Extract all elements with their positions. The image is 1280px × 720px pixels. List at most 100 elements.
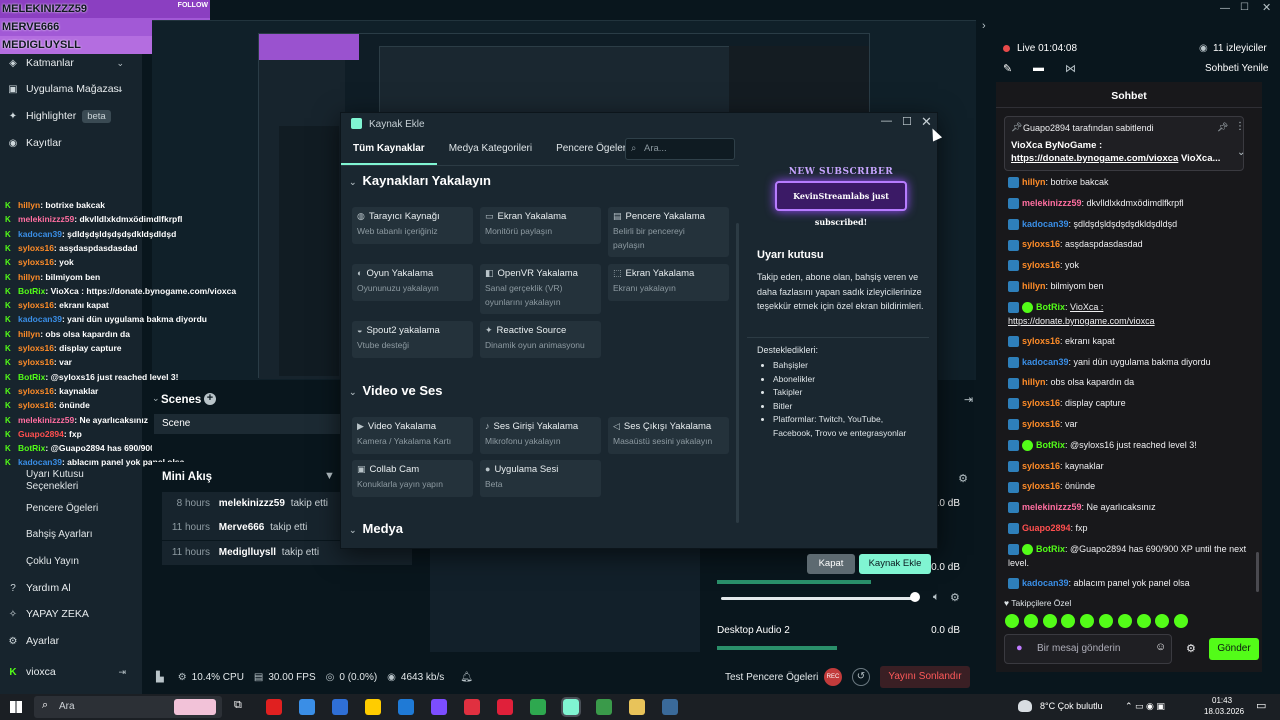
rec-button[interactable]: REC [824,668,842,686]
streamlabs-icon[interactable] [561,697,581,717]
chat-username[interactable]: Guapo2894 [1022,523,1071,533]
chat-scrollbar[interactable] [1256,552,1259,592]
source-card-audio-output[interactable]: ◁ Ses Çıkışı Yakalama Masaüstü sesini yak… [608,417,729,454]
sidebar-sub-multistream[interactable]: Çoklu Yayın [26,556,79,568]
sidebar-item-ai[interactable]: ✧ YAPAY ZEKA [0,602,142,626]
chat-username[interactable]: syloxs16 [1022,336,1060,346]
chat-username[interactable]: kadocan39 [1022,219,1069,229]
sidebar-item-settings[interactable]: ⚙ Ayarlar [0,629,142,653]
sidebar-item-layers[interactable]: ◈ Katmanlar ⌄ [0,51,142,75]
section-media[interactable]: ⌄ Medya [349,521,403,536]
minimize-icon[interactable]: — [1220,3,1230,14]
add-scene-icon[interactable]: + [204,393,216,405]
maximize-icon[interactable]: ☐ [902,115,912,128]
mail-icon[interactable] [332,699,348,715]
emote-icon[interactable] [1099,614,1113,628]
emote-icon[interactable] [1117,614,1132,628]
tab-media-categories[interactable]: Medya Kategorileri [437,137,544,165]
tab-all-sources[interactable]: Tüm Kaynaklar [341,137,437,165]
sidebar-sub-alertbox[interactable]: Uyarı Kutusu Seçenekleri [26,469,126,493]
chat-username[interactable]: hillyn [1022,281,1046,291]
folder-icon[interactable] [629,699,645,715]
logout-icon[interactable]: ⇥ [118,667,126,678]
chrome-icon[interactable] [365,699,381,715]
collapse-icon[interactable]: ⇥ [964,393,973,406]
emote-icon[interactable] [1136,614,1151,628]
chat-username[interactable]: kadocan39 [1022,578,1069,588]
gear-icon[interactable]: ⚙ [958,472,968,485]
chat-username[interactable]: BotRix [1036,302,1065,312]
chevron-right-icon[interactable]: › [982,20,986,32]
unpin-icon[interactable]: 📌︎ [1217,122,1228,133]
windows-start-icon[interactable] [10,701,22,713]
gmail-icon[interactable] [596,699,612,715]
notification-icon[interactable]: ▭ [1256,699,1266,712]
filter-icon[interactable]: ▼ [324,470,335,482]
sidebar-sub-tips[interactable]: Bahşiş Ayarları [26,529,93,541]
emote-icon[interactable] [1005,614,1019,628]
chrome-icon[interactable] [530,699,546,715]
stats-icon[interactable]: ▙ [156,672,164,683]
sidebar-item-recordings[interactable]: ◉ Kayıtlar [0,131,142,155]
emote-icon[interactable] [1023,614,1038,628]
source-card-audio-input[interactable]: ♪ Ses Girişi Yakalama Mikrofonu yakalayın [480,417,601,454]
close-button[interactable]: Kapat [807,554,855,574]
volume-slider-thumb[interactable] [910,592,920,602]
edit-icon[interactable]: ✎ [1003,62,1012,75]
source-card-display[interactable]: ▭ Ekran Yakalama Monitörü paylaşın [480,207,601,244]
gear-icon[interactable]: ⚙ [1186,642,1196,655]
maximize-icon[interactable]: ☐ [1240,2,1249,13]
sidebar-sub-widgets[interactable]: Pencere Ögeleri [26,503,98,515]
chat-input[interactable]: ● Bir mesaj gönderin ☺ [1004,634,1172,664]
opera-gx-icon[interactable] [497,699,513,715]
add-source-button[interactable]: Kaynak Ekle [859,554,931,574]
chat-username[interactable]: melekinizzz59 [1022,502,1082,512]
chevron-down-icon[interactable]: ⌄ [1237,147,1245,158]
source-card-video[interactable]: ▶ Video Yakalama Kamera / Yakalama Kartı [352,417,473,454]
mic-icon[interactable]: ● [1016,642,1023,654]
steam-icon[interactable] [299,699,315,715]
source-card-browser[interactable]: ◍ Tarayıcı Kaynağı Web tabanlı içeriğiniz [352,207,473,244]
chat-username[interactable]: kadocan39 [1022,357,1069,367]
chat-username[interactable]: syloxs16 [1022,461,1060,471]
steam-icon[interactable] [662,699,678,715]
bell-icon[interactable]: 🔔︎ [460,672,473,683]
sidebar-item-app-store[interactable]: ▣ Uygulama Mağazası ⌄ [0,77,142,101]
taskbar-search[interactable]: ⌕ Ara [34,696,222,718]
source-card-screen[interactable]: ⬚ Ekran Yakalama Ekranı yakalayın [608,264,729,301]
send-button[interactable]: Gönder [1209,638,1259,660]
source-card-app-audio[interactable]: ● Uygulama Sesi Beta [480,460,601,497]
section-video-audio[interactable]: ⌄ Video ve Ses [349,383,443,398]
close-icon[interactable]: ✕ [921,114,932,130]
chat-username[interactable]: syloxs16 [1022,260,1060,270]
chat-username[interactable]: melekinizzz59 [1022,198,1082,208]
refresh-chat-button[interactable]: Sohbeti Yenile [1205,63,1268,74]
gear-icon[interactable]: ⚙ [950,591,960,604]
search-input[interactable]: ⌕ Ara... [625,138,735,160]
replay-icon[interactable]: ↺ [852,668,870,686]
source-card-reactive[interactable]: ✦ Reactive Source Dinamik oyun animasyonu [480,321,601,358]
sidebar-user[interactable]: K vioxca ⇥ [0,660,142,684]
emote-icon[interactable] [1042,614,1057,628]
chat-username[interactable]: syloxs16 [1022,398,1060,408]
pinned-link[interactable]: https://donate.bynogame.com/vioxca [1011,153,1178,164]
chat-username[interactable]: hillyn [1022,177,1046,187]
chat-username[interactable]: hillyn [1022,377,1046,387]
edge-icon[interactable] [398,699,414,715]
source-card-collab-cam[interactable]: ▣ Collab Cam Konuklarla yayın yapın [352,460,473,497]
speaker-icon[interactable]: 🔈︎ [933,591,940,604]
volume-slider[interactable] [721,597,917,600]
chevron-down-icon[interactable]: ⌄ [152,393,160,404]
opera-icon[interactable] [266,699,282,715]
source-card-window[interactable]: ▤ Pencere Yakalama Belirli bir pencereyi … [608,207,729,257]
minimize-icon[interactable]: — [881,115,892,127]
end-stream-button[interactable]: Yayını Sonlandır [880,666,970,688]
app-icon[interactable] [431,699,447,715]
share-icon[interactable]: ⋈ [1065,62,1076,75]
sidebar-item-highlighter[interactable]: ✦ Highlighter beta [0,104,142,128]
source-card-openvr[interactable]: ◧ OpenVR Yakalama Sanal gerçeklik (VR) oy… [480,264,601,314]
office-icon[interactable] [464,699,480,715]
source-card-spout2[interactable]: ◒ Spout2 yakalama Vtube desteği [352,321,473,358]
emoji-icon[interactable]: ☺ [1155,641,1166,653]
tray-icons[interactable]: ⌃ ▭ ◉ ▣ [1125,701,1165,712]
